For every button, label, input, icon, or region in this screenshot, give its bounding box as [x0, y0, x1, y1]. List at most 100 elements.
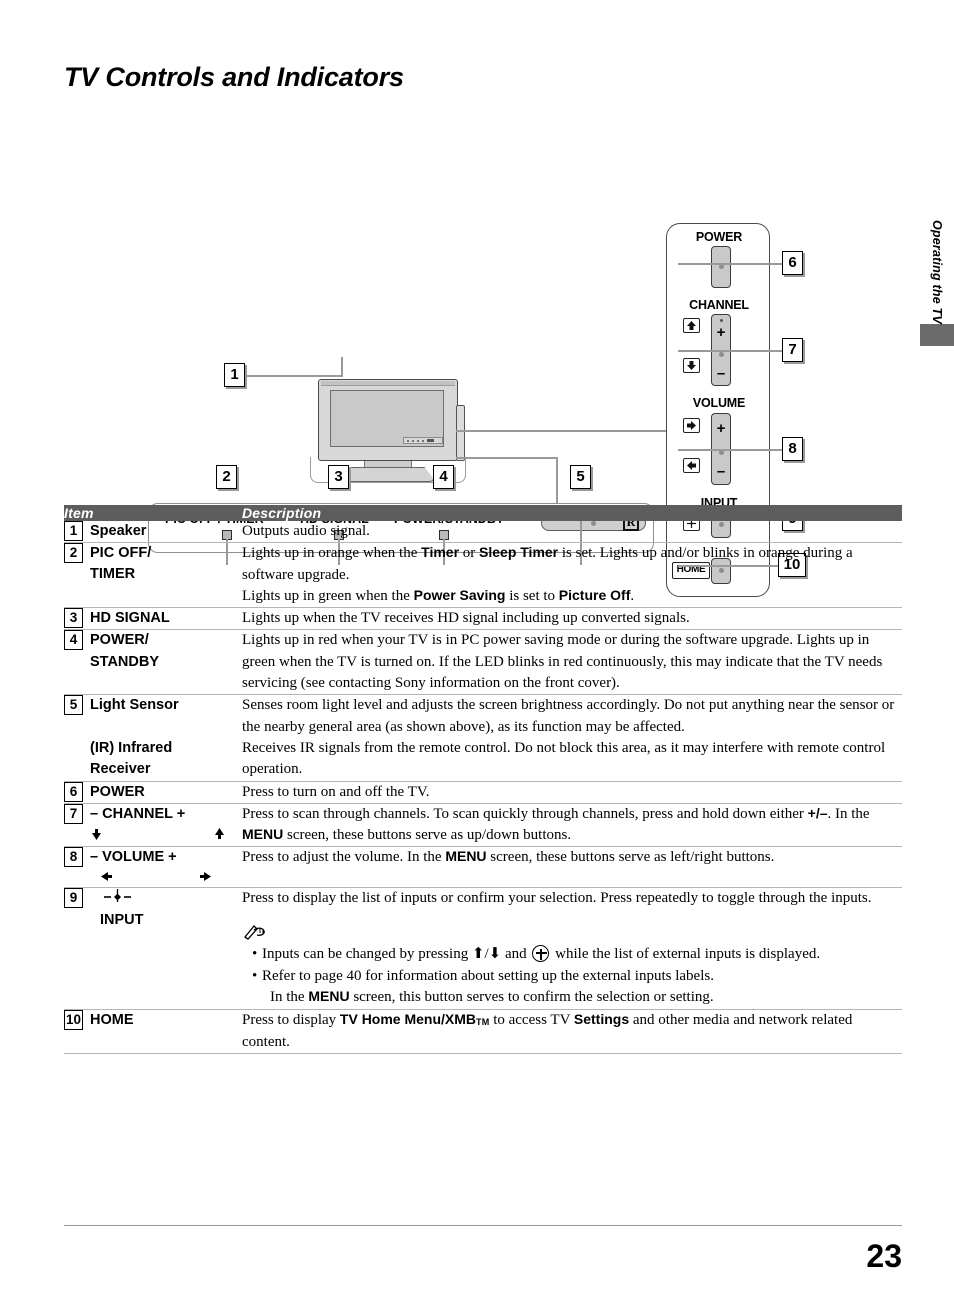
tip-text-after: while the list of external inputs is dis…: [555, 945, 821, 962]
callout-4-box: 4: [433, 465, 454, 489]
note-pencil-icon: [242, 922, 268, 940]
tip-text-before: Inputs can be changed by pressing ⬆/⬇ an…: [262, 945, 527, 962]
lead-line-1b: [341, 357, 343, 377]
lead-line-8: [678, 449, 782, 451]
row-number-badge: 4: [64, 630, 83, 651]
row-item-label: POWER: [90, 783, 145, 800]
channel-plus-label: +: [716, 324, 726, 341]
row-item-label: INPUT: [90, 888, 242, 1010]
lead-line-7: [678, 350, 782, 352]
power-button[interactable]: [711, 246, 731, 288]
section-tab-label: Operating the TV: [930, 220, 944, 324]
table-row: 6 POWER Press to turn on and off the TV.: [64, 781, 902, 804]
lead-line-6: [678, 263, 782, 265]
control-channel-title: CHANNEL: [689, 298, 749, 312]
row-number-cell: 2: [64, 543, 90, 608]
row-description: Press to adjust the volume. In the MENU …: [242, 848, 775, 866]
arrow-down-icon: [90, 827, 103, 845]
row-item-label: Light Sensor: [90, 697, 179, 714]
arrow-up-icon: [213, 827, 226, 845]
row-item-label: HD SIGNAL: [90, 610, 170, 627]
callout-7-box: 7: [782, 338, 803, 362]
row-item-text: INPUT: [100, 911, 144, 928]
row-description: Lights up in orange when the Timer or Sl…: [242, 544, 853, 604]
callout-8-box: 8: [782, 437, 803, 461]
page-title: TV Controls and Indicators: [64, 62, 404, 92]
callout-2-box: 2: [216, 465, 237, 489]
row-number-badge: 5: [64, 695, 83, 716]
tv-stand-base: [340, 467, 436, 482]
row-number-cell: 8: [64, 847, 90, 888]
row-description: Press to scan through channels. To scan …: [242, 804, 870, 844]
controls-table: Item Description 1 Speaker Outputs audio…: [64, 505, 902, 1054]
row-item-line2: TIMER: [90, 566, 136, 583]
indicator-dot: [407, 439, 409, 442]
lead-line-side-buttons: [456, 430, 668, 432]
page-number: 23: [866, 1238, 902, 1274]
row-number-badge: 1: [64, 521, 83, 541]
volume-minus-label: –: [716, 463, 726, 480]
table-row: 7 – CHANNEL + Press to scan through chan…: [64, 803, 902, 847]
row-number-badge: 10: [64, 1010, 84, 1031]
row-description-main: Press to display the list of inputs or c…: [242, 890, 872, 907]
row-number-cell: 7: [64, 803, 90, 847]
channel-arrow-row: [90, 825, 226, 845]
tip-bullet-list: Inputs can be changed by pressing ⬆/⬇ an…: [242, 944, 902, 1009]
arrow-down-icon: [683, 358, 700, 373]
table-row: 8 – VOLUME + Press to adjust the volume.…: [64, 847, 902, 888]
row-item-text: – CHANNEL +: [90, 805, 186, 822]
callout-5-box: 5: [570, 465, 591, 489]
volume-plus-label: +: [716, 420, 726, 437]
row-number-badge: 7: [64, 803, 83, 824]
indicator-dot: [417, 439, 419, 442]
arrow-left-icon: [100, 870, 114, 887]
lead-line-sensor-a: [456, 457, 558, 459]
arrow-right-icon: [198, 870, 212, 887]
row-description: Senses room light level and adjusts the …: [242, 697, 895, 735]
table-row: 3 HD SIGNAL Lights up when the TV receiv…: [64, 608, 902, 630]
indicator-dot: [422, 439, 424, 442]
table-row: 2 PIC OFF/ TIMER Lights up in orange whe…: [64, 543, 902, 608]
confirm-button-icon: [532, 944, 550, 962]
row-item-line1: (IR) Infrared: [90, 739, 173, 756]
row-number-cell: 6: [64, 781, 90, 803]
row-description: Press to turn on and off the TV.: [242, 783, 430, 800]
arrow-left-icon: [683, 458, 700, 473]
row-description: Lights up in red when your TV is in PC p…: [242, 632, 883, 692]
row-item-label: Speaker: [90, 523, 147, 539]
tip-bullet-item: Inputs can be changed by pressing ⬆/⬇ an…: [252, 944, 902, 966]
table-header-row: Item Description: [64, 505, 902, 521]
callout-6-box: 6: [782, 251, 803, 275]
callout-1: 1: [224, 363, 245, 387]
row-item-line2: Receiver: [90, 760, 151, 777]
row-number-cell: [64, 738, 90, 781]
row-number-cell: 9: [64, 888, 90, 1010]
row-item-label: – VOLUME +: [90, 847, 242, 888]
table-row: 1 Speaker Outputs audio signal.: [64, 521, 902, 543]
row-description: Receives IR signals from the remote cont…: [242, 739, 886, 778]
tip-text-before: Refer to page 40 for information about s…: [262, 967, 714, 984]
arrow-right-icon: [683, 418, 700, 433]
callout-3-box: 3: [328, 465, 349, 489]
channel-minus-label: –: [716, 365, 726, 382]
row-description: Press to display TV Home Menu/XMBTM to a…: [242, 1011, 853, 1050]
indicator-bar: [427, 439, 434, 442]
row-number-cell: 10: [64, 1010, 90, 1054]
row-item-line2: STANDBY: [90, 653, 160, 670]
tip-bullet-item: Refer to page 40 for information about s…: [252, 966, 902, 1009]
row-description: Outputs audio signal.: [242, 523, 370, 539]
lead-line-sensor-b: [556, 457, 558, 505]
arrow-up-icon: [683, 318, 700, 333]
tip-block: Inputs can be changed by pressing ⬆/⬇ an…: [242, 922, 902, 1009]
volume-arrow-row: [90, 868, 212, 887]
control-volume-title: VOLUME: [692, 396, 746, 410]
indicator-dot: [412, 439, 414, 442]
table-row: 4 POWER/ STANDBY Lights up in red when y…: [64, 630, 902, 695]
column-header-description: Description: [242, 505, 902, 521]
table-row: (IR) Infrared Receiver Receives IR signa…: [64, 738, 902, 782]
row-number-cell: 4: [64, 630, 90, 695]
lead-line-1: [247, 375, 343, 377]
row-item-text: – VOLUME +: [90, 849, 177, 866]
row-number-cell: 3: [64, 608, 90, 630]
table-row: 5 Light Sensor Senses room light level a…: [64, 695, 902, 738]
